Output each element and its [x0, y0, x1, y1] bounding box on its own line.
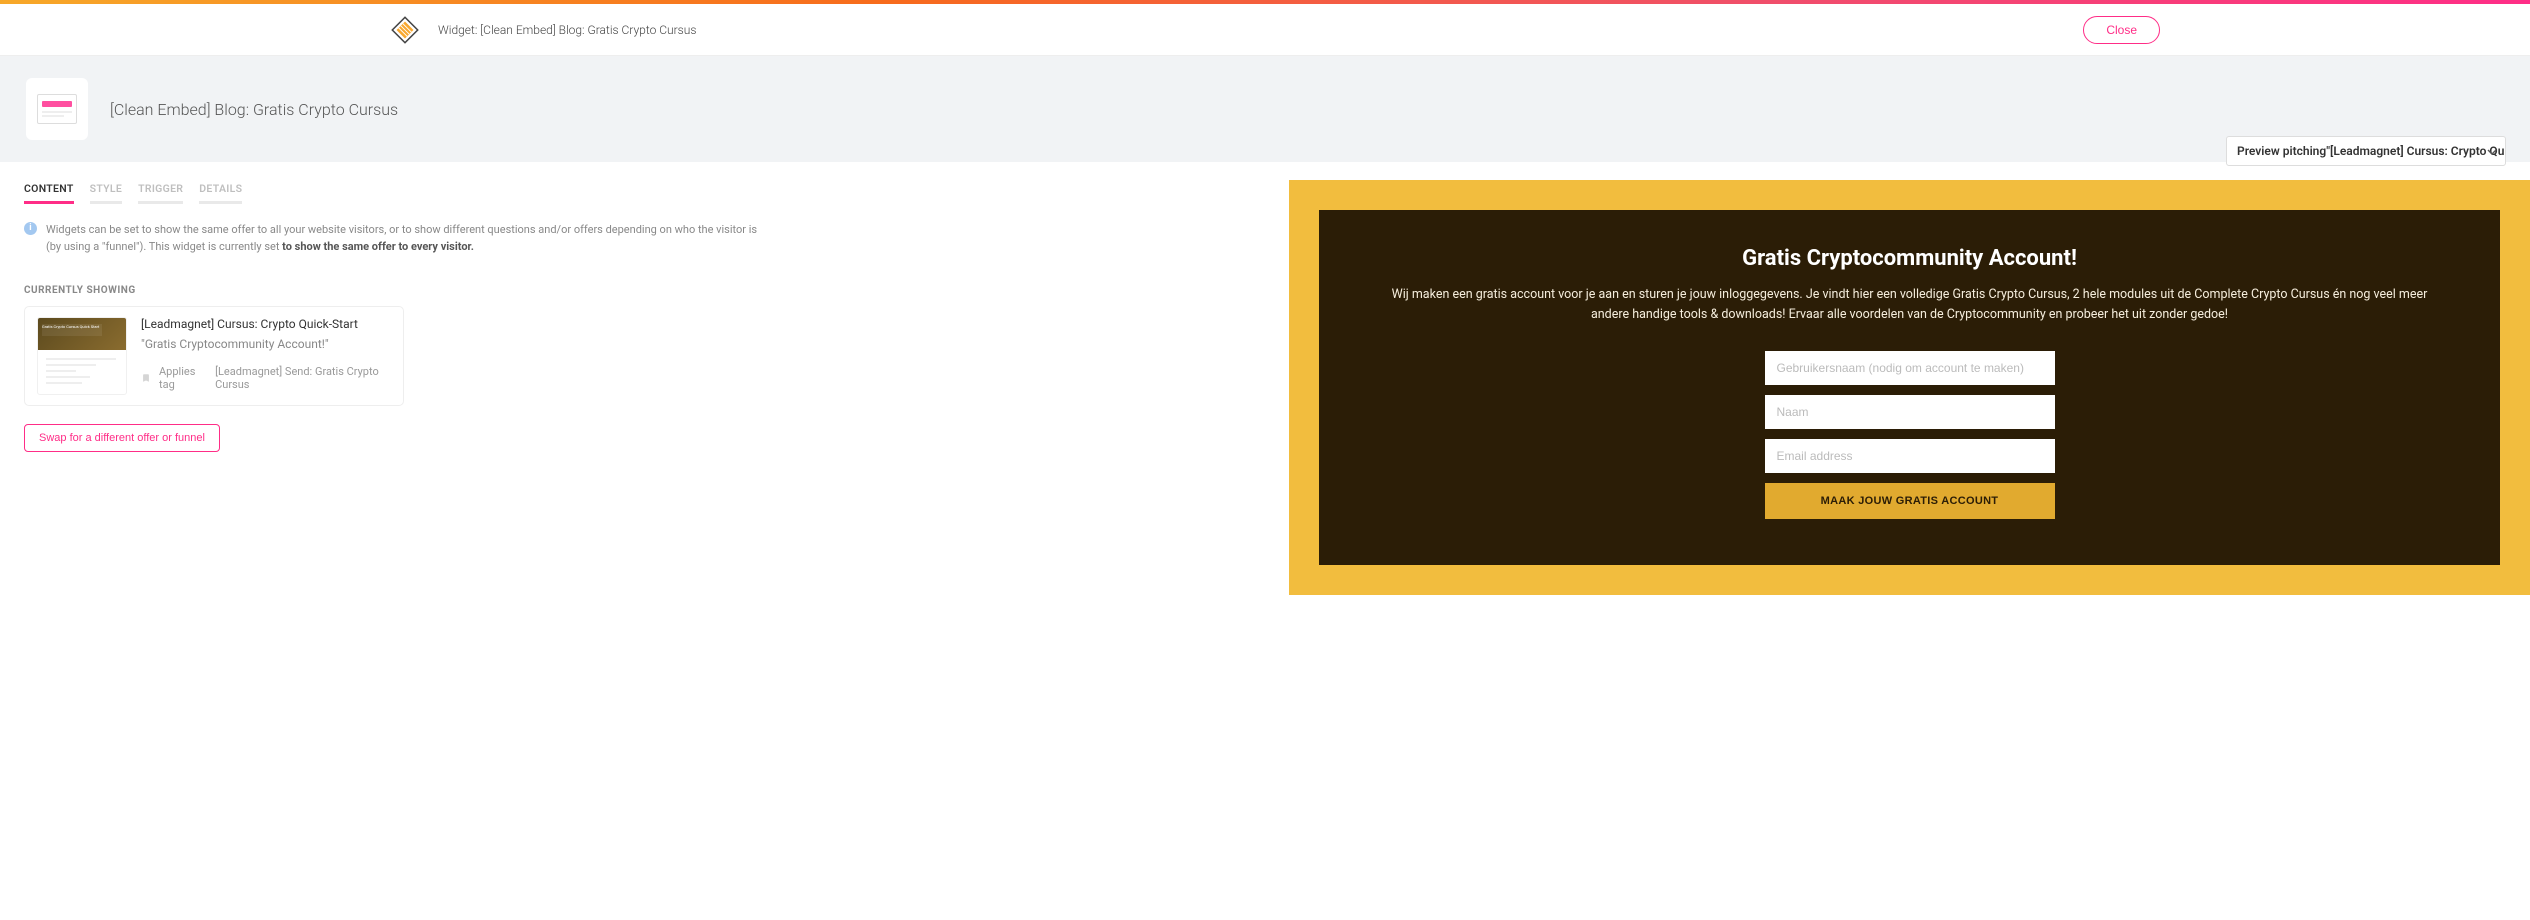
tab-content[interactable]: CONTENT	[24, 182, 74, 204]
main-content: CONTENT STYLE TRIGGER DETAILS i Widgets …	[0, 162, 2530, 595]
create-account-button[interactable]: MAAK JOUW GRATIS ACCOUNT	[1765, 483, 2055, 519]
info-text-bold: to show the same offer to every visitor.	[282, 240, 474, 253]
toolbar: Widget: [Clean Embed] Blog: Gratis Crypt…	[0, 4, 2530, 56]
toolbar-title: Widget: [Clean Embed] Blog: Gratis Crypt…	[438, 23, 696, 37]
offer-title: [Leadmagnet] Cursus: Crypto Quick-Start	[141, 317, 391, 331]
applies-tag-label: Applies tag	[159, 365, 207, 391]
page-title: [Clean Embed] Blog: Gratis Crypto Cursus	[110, 100, 398, 119]
preview-select-prefix: Preview pitching	[2237, 144, 2326, 158]
offer-thumbnail: Gratis Crypto Cursus Quick Start	[37, 317, 127, 395]
offer-thumb-text: Gratis Crypto Cursus Quick Start	[42, 324, 99, 329]
offer-subtitle: "Gratis Cryptocommunity Account!"	[141, 337, 391, 351]
offer-card[interactable]: Gratis Crypto Cursus Quick Start [Leadma…	[24, 306, 404, 406]
preview-description: Wij maken een gratis account voor je aan…	[1375, 285, 2444, 325]
info-note: i Widgets can be set to show the same of…	[24, 222, 764, 255]
chevron-down-icon	[2487, 146, 2497, 156]
email-field[interactable]	[1765, 439, 2055, 473]
tab-style[interactable]: STYLE	[90, 182, 123, 204]
widget-preview: Gratis Cryptocommunity Account! Wij make…	[1289, 180, 2530, 595]
tab-trigger[interactable]: TRIGGER	[138, 182, 183, 204]
currently-showing-label: CURRENTLY SHOWING	[24, 285, 1265, 296]
tabs: CONTENT STYLE TRIGGER DETAILS	[24, 182, 242, 204]
preview-select-value: "[Leadmagnet] Cursus: Crypto Quick-S	[2326, 144, 2506, 158]
widget-type-icon	[26, 78, 88, 140]
tab-details[interactable]: DETAILS	[199, 182, 242, 204]
preview-pitch-select[interactable]: Preview pitching "[Leadmagnet] Cursus: C…	[2226, 136, 2506, 166]
close-button[interactable]: Close	[2083, 16, 2160, 44]
name-field[interactable]	[1765, 395, 2055, 429]
info-icon: i	[24, 222, 37, 235]
tag-icon	[141, 371, 151, 385]
preview-form: MAAK JOUW GRATIS ACCOUNT	[1765, 351, 2055, 519]
app-logo-icon	[390, 15, 420, 45]
swap-offer-button[interactable]: Swap for a different offer or funnel	[24, 424, 220, 452]
applies-tag-value: [Leadmagnet] Send: Gratis Crypto Cursus	[215, 365, 391, 391]
preview-title: Gratis Cryptocommunity Account!	[1375, 246, 2444, 271]
username-field[interactable]	[1765, 351, 2055, 385]
